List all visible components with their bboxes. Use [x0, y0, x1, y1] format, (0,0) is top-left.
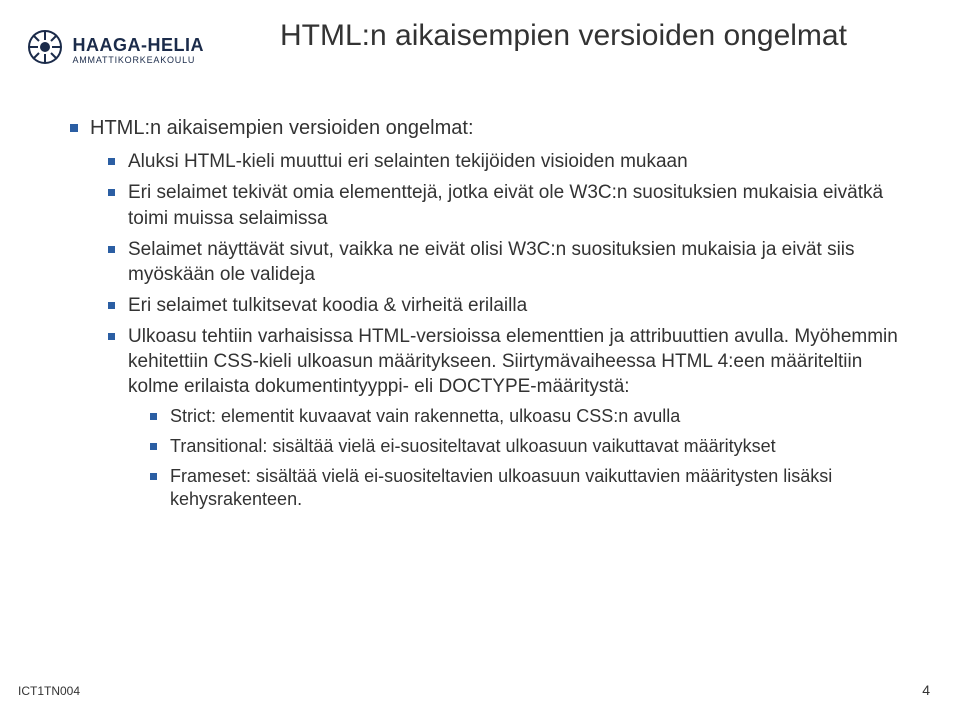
logo-name: HAAGA-HELIA	[72, 35, 204, 56]
slide-title: HTML:n aikaisempien versioiden ongelmat	[280, 18, 900, 54]
bullet-text: Transitional: sisältää vielä ei-suositel…	[170, 436, 776, 456]
bullet-text: Selaimet näyttävät sivut, vaikka ne eivä…	[128, 239, 855, 285]
logo-subtitle: AMMATTIKORKEAKOULU	[72, 55, 204, 65]
bullet-lvl2: Eri selaimet tulkitsevat koodia & virhei…	[108, 293, 910, 318]
bullet-lvl1: HTML:n aikaisempien versioiden ongelmat:…	[70, 115, 910, 512]
bullet-text: Eri selaimet tekivät omia elementtejä, j…	[128, 182, 883, 228]
bullet-text: Eri selaimet tulkitsevat koodia & virhei…	[128, 295, 527, 316]
footer-course-code: ICT1TN004	[18, 684, 80, 698]
bullet-lvl3: Frameset: sisältää vielä ei-suositeltavi…	[150, 465, 910, 513]
bullet-text: Strict: elementit kuvaavat vain rakennet…	[170, 406, 680, 426]
logo-mark-icon	[28, 30, 62, 69]
bullet-text: Frameset: sisältää vielä ei-suositeltavi…	[170, 466, 832, 510]
bullet-text: Aluksi HTML-kieli muuttui eri selainten …	[128, 151, 688, 172]
bullet-lvl2: Eri selaimet tekivät omia elementtejä, j…	[108, 180, 910, 230]
bullet-lvl2: Aluksi HTML-kieli muuttui eri selainten …	[108, 149, 910, 174]
bullet-text: Ulkoasu tehtiin varhaisissa HTML-versioi…	[128, 326, 898, 397]
bullet-lvl2: Ulkoasu tehtiin varhaisissa HTML-versioi…	[108, 324, 910, 512]
bullet-lvl3: Strict: elementit kuvaavat vain rakennet…	[150, 405, 910, 429]
bullet-text: HTML:n aikaisempien versioiden ongelmat:	[90, 117, 474, 139]
logo: HAAGA-HELIA AMMATTIKORKEAKOULU	[28, 30, 248, 69]
bullet-lvl2: Selaimet näyttävät sivut, vaikka ne eivä…	[108, 237, 910, 287]
slide-content: HTML:n aikaisempien versioiden ongelmat:…	[70, 115, 910, 518]
bullet-lvl3: Transitional: sisältää vielä ei-suositel…	[150, 435, 910, 459]
footer-page-number: 4	[922, 682, 930, 698]
logo-text: HAAGA-HELIA AMMATTIKORKEAKOULU	[72, 35, 204, 65]
